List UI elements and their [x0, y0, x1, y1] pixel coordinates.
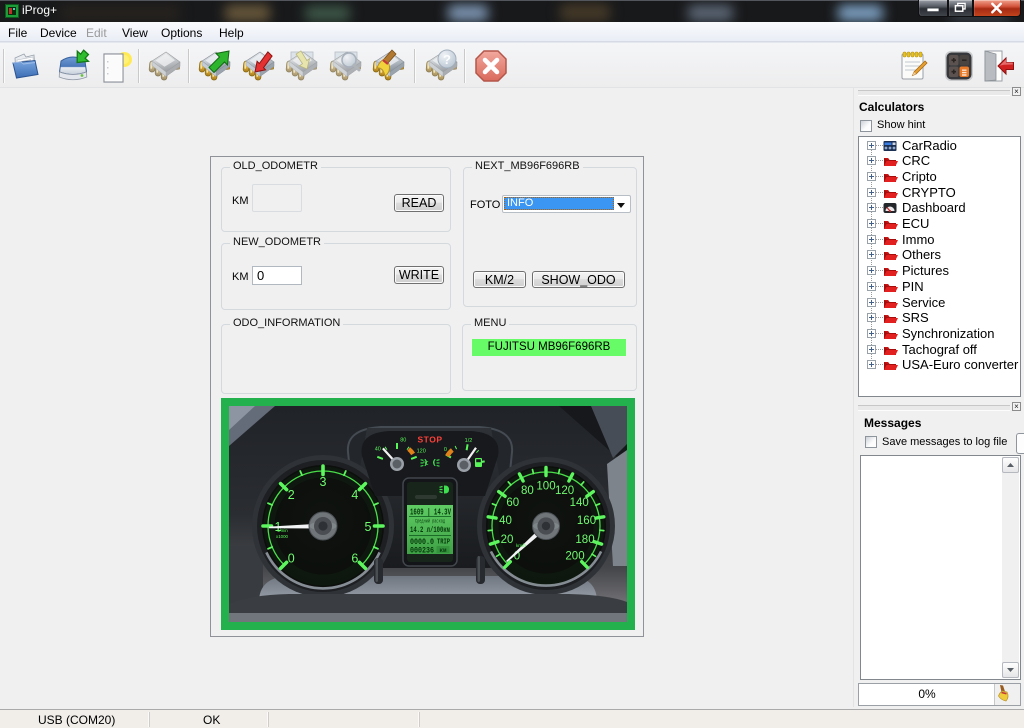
svg-text:60: 60 — [506, 497, 519, 509]
svg-text:80: 80 — [400, 437, 406, 443]
svg-text:100: 100 — [536, 480, 555, 492]
svg-text:TRIP: TRIP — [437, 539, 450, 547]
svg-text:20: 20 — [501, 534, 514, 546]
svg-text:1609 | 14.3V: 1609 | 14.3V — [410, 508, 451, 518]
svg-text:40: 40 — [375, 446, 381, 452]
svg-text:0: 0 — [444, 447, 447, 453]
svg-text:160: 160 — [577, 515, 596, 527]
svg-text:80: 80 — [521, 485, 534, 497]
svg-text:4: 4 — [351, 488, 358, 502]
svg-text:3: 3 — [320, 475, 327, 489]
svg-text:120: 120 — [555, 485, 574, 497]
svg-text:180: 180 — [575, 534, 594, 546]
svg-text:120: 120 — [417, 449, 426, 455]
svg-text:1/2: 1/2 — [465, 438, 473, 444]
svg-text:14.2 л/100км: 14.2 л/100км — [410, 525, 450, 535]
svg-text:0: 0 — [288, 552, 295, 566]
svg-text:STOP: STOP — [418, 435, 443, 445]
svg-text:km/h: km/h — [516, 543, 526, 548]
svg-text:2: 2 — [288, 488, 295, 502]
svg-text:000236: 000236 — [410, 547, 434, 556]
svg-text:140: 140 — [570, 497, 589, 509]
svg-text:км: км — [440, 547, 447, 554]
svg-text:?: ? — [443, 52, 451, 67]
svg-text:1/min: 1/min — [277, 528, 288, 533]
svg-text:40: 40 — [499, 515, 512, 527]
svg-text:x1000: x1000 — [276, 534, 289, 539]
svg-text:5: 5 — [365, 520, 372, 534]
svg-text:200: 200 — [565, 550, 584, 562]
svg-text:6: 6 — [351, 552, 358, 566]
svg-text:Средний расход: Средний расход — [415, 518, 445, 525]
